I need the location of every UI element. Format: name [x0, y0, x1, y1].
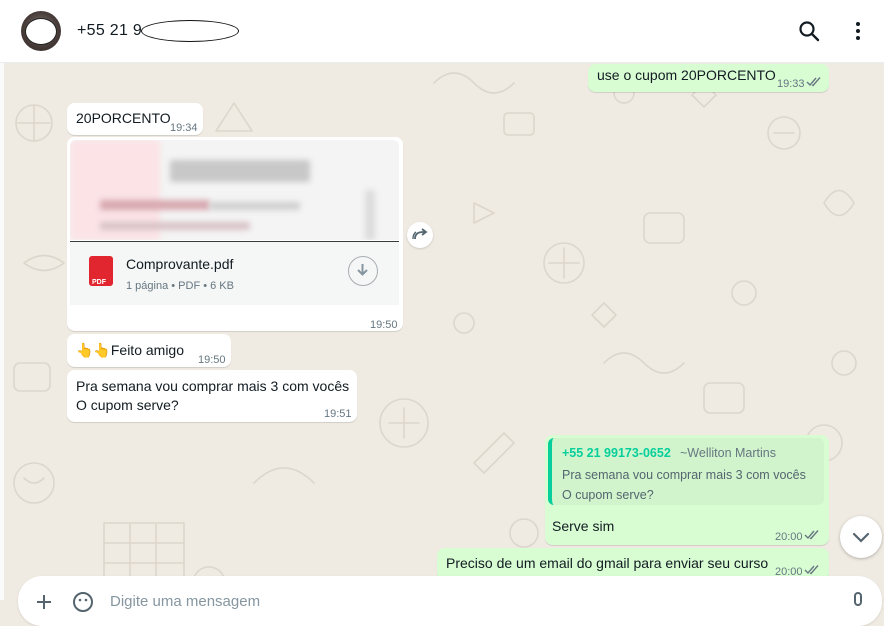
message-document[interactable]: PDF Comprovante.pdf 1 página • PDF • 6 K…: [67, 137, 403, 331]
chevron-down-icon: [852, 532, 870, 543]
message-incoming[interactable]: 👆👆Feito amigo 19:50: [67, 334, 231, 367]
read-ticks-icon: [806, 77, 821, 87]
forward-icon[interactable]: [407, 222, 433, 248]
message-text-line: O cupom serve?: [76, 397, 179, 413]
message-outgoing[interactable]: use o cupom 20PORCENTO 19:33: [588, 64, 829, 92]
preview-blur: [170, 160, 310, 182]
message-incoming[interactable]: 20PORCENTO 19:34: [67, 103, 203, 135]
scroll-down-button[interactable]: [840, 516, 882, 558]
quoted-pushname: ~Welliton Martins: [680, 446, 776, 460]
message-text: 20PORCENTO: [76, 110, 171, 126]
message-time: 19:50: [198, 354, 226, 366]
document-meta: 1 página • PDF • 6 KB: [126, 280, 234, 292]
plus-icon[interactable]: [32, 590, 56, 614]
pdf-file-icon: PDF: [89, 256, 113, 286]
avatar-redaction: [25, 18, 57, 45]
chat-header: +55 21 9: [0, 0, 884, 63]
document-preview[interactable]: [70, 140, 399, 240]
message-text: Serve sim: [552, 518, 615, 534]
quoted-text: Pra semana vou comprar mais 3 com vocês …: [562, 468, 806, 502]
message-outgoing-reply[interactable]: +55 21 99173-0652 ~Welliton Martins Pra …: [545, 435, 829, 545]
search-icon[interactable]: [797, 19, 821, 43]
message-text-line: Pra semana vou comprar mais 3 com vocês: [76, 378, 350, 394]
message-input[interactable]: Digite uma mensagem: [110, 593, 260, 610]
preview-blur: [100, 222, 250, 230]
message-time: 19:34: [170, 122, 198, 134]
preview-blur: [100, 200, 210, 210]
contact-avatar[interactable]: [21, 11, 61, 51]
quoted-author: +55 21 99173-0652: [562, 446, 671, 460]
message-text: Preciso de um email do gmail para enviar…: [446, 555, 769, 571]
message-text: 👆👆Feito amigo: [76, 342, 185, 358]
read-ticks-icon: [804, 530, 819, 540]
message-time: 19:50: [370, 319, 398, 331]
document-name: Comprovante.pdf: [126, 256, 234, 272]
message-text: use o cupom 20PORCENTO: [597, 67, 776, 83]
download-icon[interactable]: [348, 256, 378, 286]
menu-icon[interactable]: [846, 19, 870, 43]
compose-bar: Digite uma mensagem: [18, 576, 882, 626]
quoted-message[interactable]: +55 21 99173-0652 ~Welliton Martins Pra …: [548, 438, 824, 505]
message-incoming[interactable]: Pra semana vou comprar mais 3 com vocês …: [67, 370, 357, 422]
preview-blur: [210, 202, 300, 210]
message-time: 19:51: [324, 408, 352, 420]
read-ticks-icon: [804, 565, 819, 575]
message-time: 19:33: [777, 78, 805, 90]
document-info-bar[interactable]: PDF Comprovante.pdf 1 página • PDF • 6 K…: [70, 241, 399, 305]
message-time: 20:00: [775, 531, 803, 543]
preview-blur: [365, 190, 375, 240]
contact-name[interactable]: +55 21 9: [77, 22, 142, 40]
emoji-icon[interactable]: [71, 590, 95, 614]
microphone-icon[interactable]: [846, 590, 870, 614]
contact-name-redaction: [141, 20, 239, 42]
